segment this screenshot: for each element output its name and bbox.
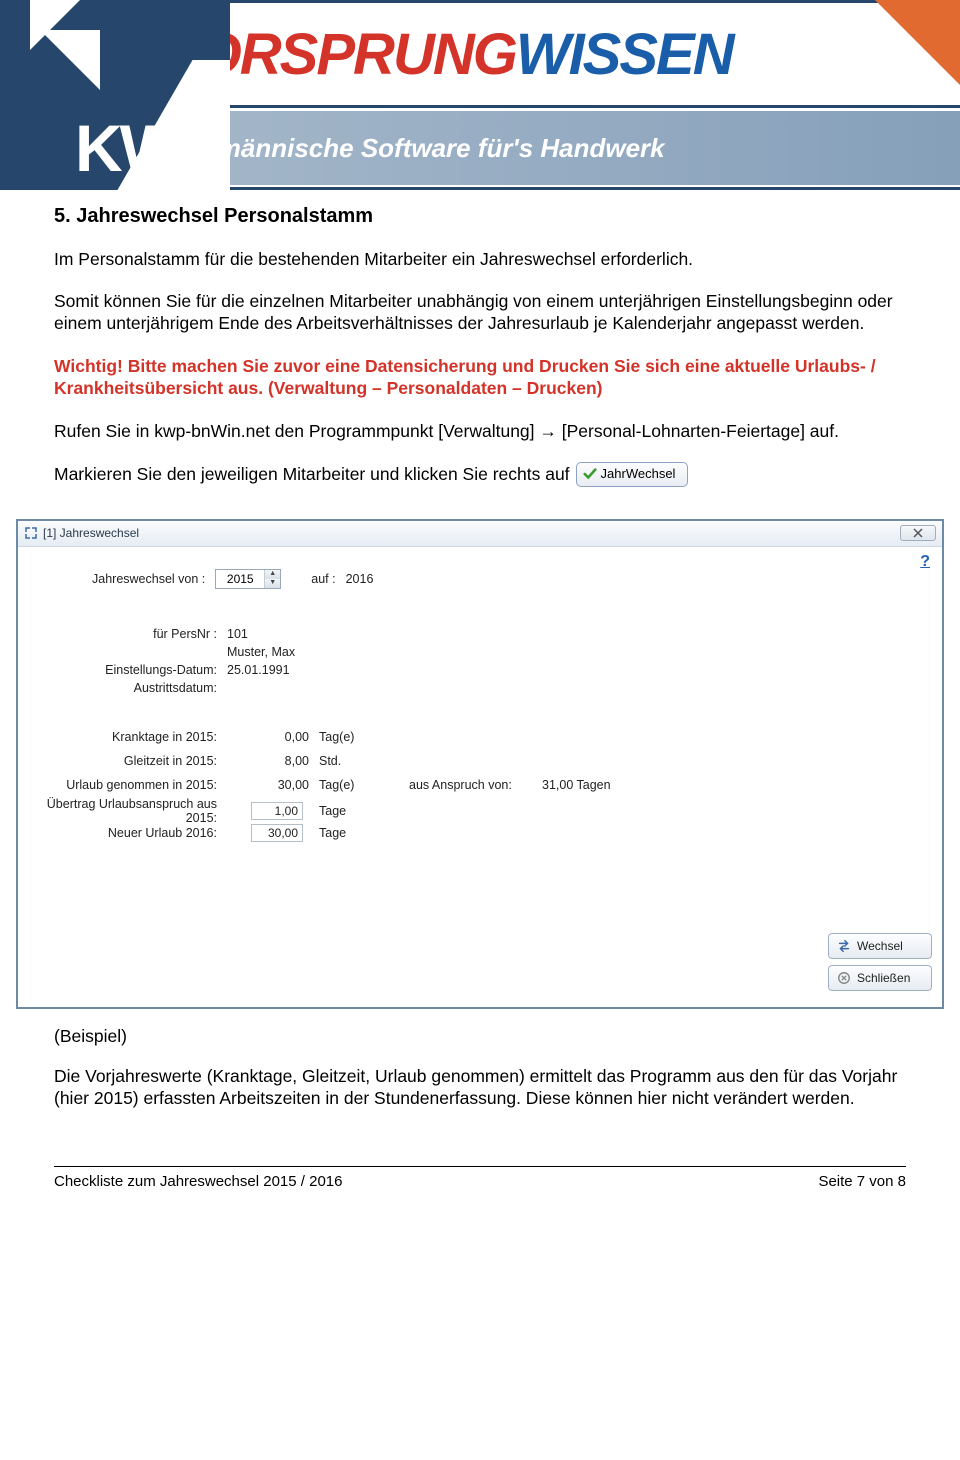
jw-from-spinner[interactable]: ▲▼ [215, 569, 281, 589]
wechsel-button[interactable]: Wechsel [828, 933, 932, 959]
dialog-titlebar: [1] Jahreswechsel [18, 521, 942, 547]
header-banner: VORSPRUNG WISSEN Kaufmännische Software … [0, 0, 960, 190]
check-icon [583, 467, 597, 481]
pinwheel-icon [0, 0, 120, 120]
banner-top: VORSPRUNG WISSEN [135, 0, 960, 108]
paragraph-4: Markieren Sie den jeweiligen Mitarbeiter… [54, 462, 906, 487]
warning-text: Wichtig! Bitte machen Sie zuvor eine Dat… [54, 355, 906, 400]
urlaub-genommen-label: Urlaub genommen in 2015: [32, 778, 227, 792]
gleitzeit-value: 8,00 [227, 754, 317, 768]
jahreswechsel-dialog: [1] Jahreswechsel ? Jahreswechsel von : … [16, 519, 944, 1009]
neuer-urlaub-label: Neuer Urlaub 2016: [32, 826, 227, 840]
paragraph-3: Rufen Sie in kwp-bnWin.net den Programmp… [54, 420, 906, 442]
expand-icon [24, 526, 38, 540]
urlaub-genommen-value: 30,00 [227, 778, 317, 792]
banner-corner-decoration [875, 0, 960, 85]
swap-icon [837, 939, 851, 953]
persnr-label: für PersNr : [32, 627, 227, 641]
gleitzeit-unit: Std. [317, 754, 397, 768]
uebertrag-input[interactable]: 1,00 [251, 802, 303, 820]
anspruch-label: aus Anspruch von: [397, 778, 542, 792]
einstellungsdatum-label: Einstellungs-Datum: [32, 663, 227, 677]
uebertrag-label: Übertrag Urlaubsanspruch aus 2015: [32, 797, 227, 825]
banner-sub: Kaufmännische Software für's Handwerk [135, 111, 960, 185]
gleitzeit-label: Gleitzeit in 2015: [32, 754, 227, 768]
kranktage-label: Kranktage in 2015: [32, 730, 227, 744]
jw-from-input[interactable] [216, 570, 264, 588]
banner-word-2: WISSEN [516, 21, 733, 88]
jw-to-value: 2016 [346, 572, 374, 586]
jw-to-label: auf : [311, 572, 335, 586]
schliessen-button-label: Schließen [857, 971, 910, 985]
paragraph-1: Im Personalstamm für die bestehenden Mit… [54, 248, 906, 270]
austrittsdatum-label: Austrittsdatum: [32, 681, 227, 695]
anspruch-value: 31,00 Tagen [542, 778, 622, 792]
persnr-value: 101 [227, 627, 248, 641]
schliessen-button[interactable]: Schließen [828, 965, 932, 991]
kranktage-unit: Tag(e) [317, 730, 397, 744]
persname-value: Muster, Max [227, 645, 295, 659]
close-icon [913, 528, 923, 538]
p3-part-a: Rufen Sie in kwp-bnWin.net den Programmp… [54, 421, 539, 441]
uebertrag-unit: Tage [317, 804, 397, 818]
dialog-close-button[interactable] [900, 525, 936, 541]
spinner-down-icon[interactable]: ▼ [265, 579, 280, 588]
banner-subtitle: Kaufmännische Software für's Handwerk [160, 133, 665, 164]
wechsel-button-label: Wechsel [857, 939, 903, 953]
logo: KWP [0, 0, 230, 190]
jahrwechsel-button-label: JahrWechsel [601, 466, 676, 483]
footer-left: Checkliste zum Jahreswechsel 2015 / 2016 [54, 1173, 343, 1190]
help-link[interactable]: ? [920, 553, 930, 571]
spinner-up-icon[interactable]: ▲ [265, 570, 280, 579]
beispiel-label: (Beispiel) [54, 1025, 906, 1047]
kranktage-value: 0,00 [227, 730, 317, 744]
jw-from-label: Jahreswechsel von : [92, 572, 205, 586]
close-circle-icon [837, 971, 851, 985]
jahrwechsel-button[interactable]: JahrWechsel [576, 462, 689, 487]
neuer-urlaub-unit: Tage [317, 826, 397, 840]
einstellungsdatum-value: 25.01.1991 [227, 663, 290, 677]
paragraph-2: Somit können Sie für die einzelnen Mitar… [54, 290, 906, 335]
paragraph-5: Die Vorjahreswerte (Kranktage, Gleitzeit… [54, 1065, 906, 1110]
urlaub-genommen-unit: Tag(e) [317, 778, 397, 792]
section-heading: 5. Jahreswechsel Personalstamm [54, 204, 906, 230]
neuer-urlaub-input[interactable]: 30,00 [251, 824, 303, 842]
p4-text: Markieren Sie den jeweiligen Mitarbeiter… [54, 463, 570, 485]
dialog-title: [1] Jahreswechsel [43, 526, 139, 540]
p3-part-b: [Personal-Lohnarten-Feiertage] auf. [557, 421, 839, 441]
footer-right: Seite 7 von 8 [818, 1173, 906, 1190]
